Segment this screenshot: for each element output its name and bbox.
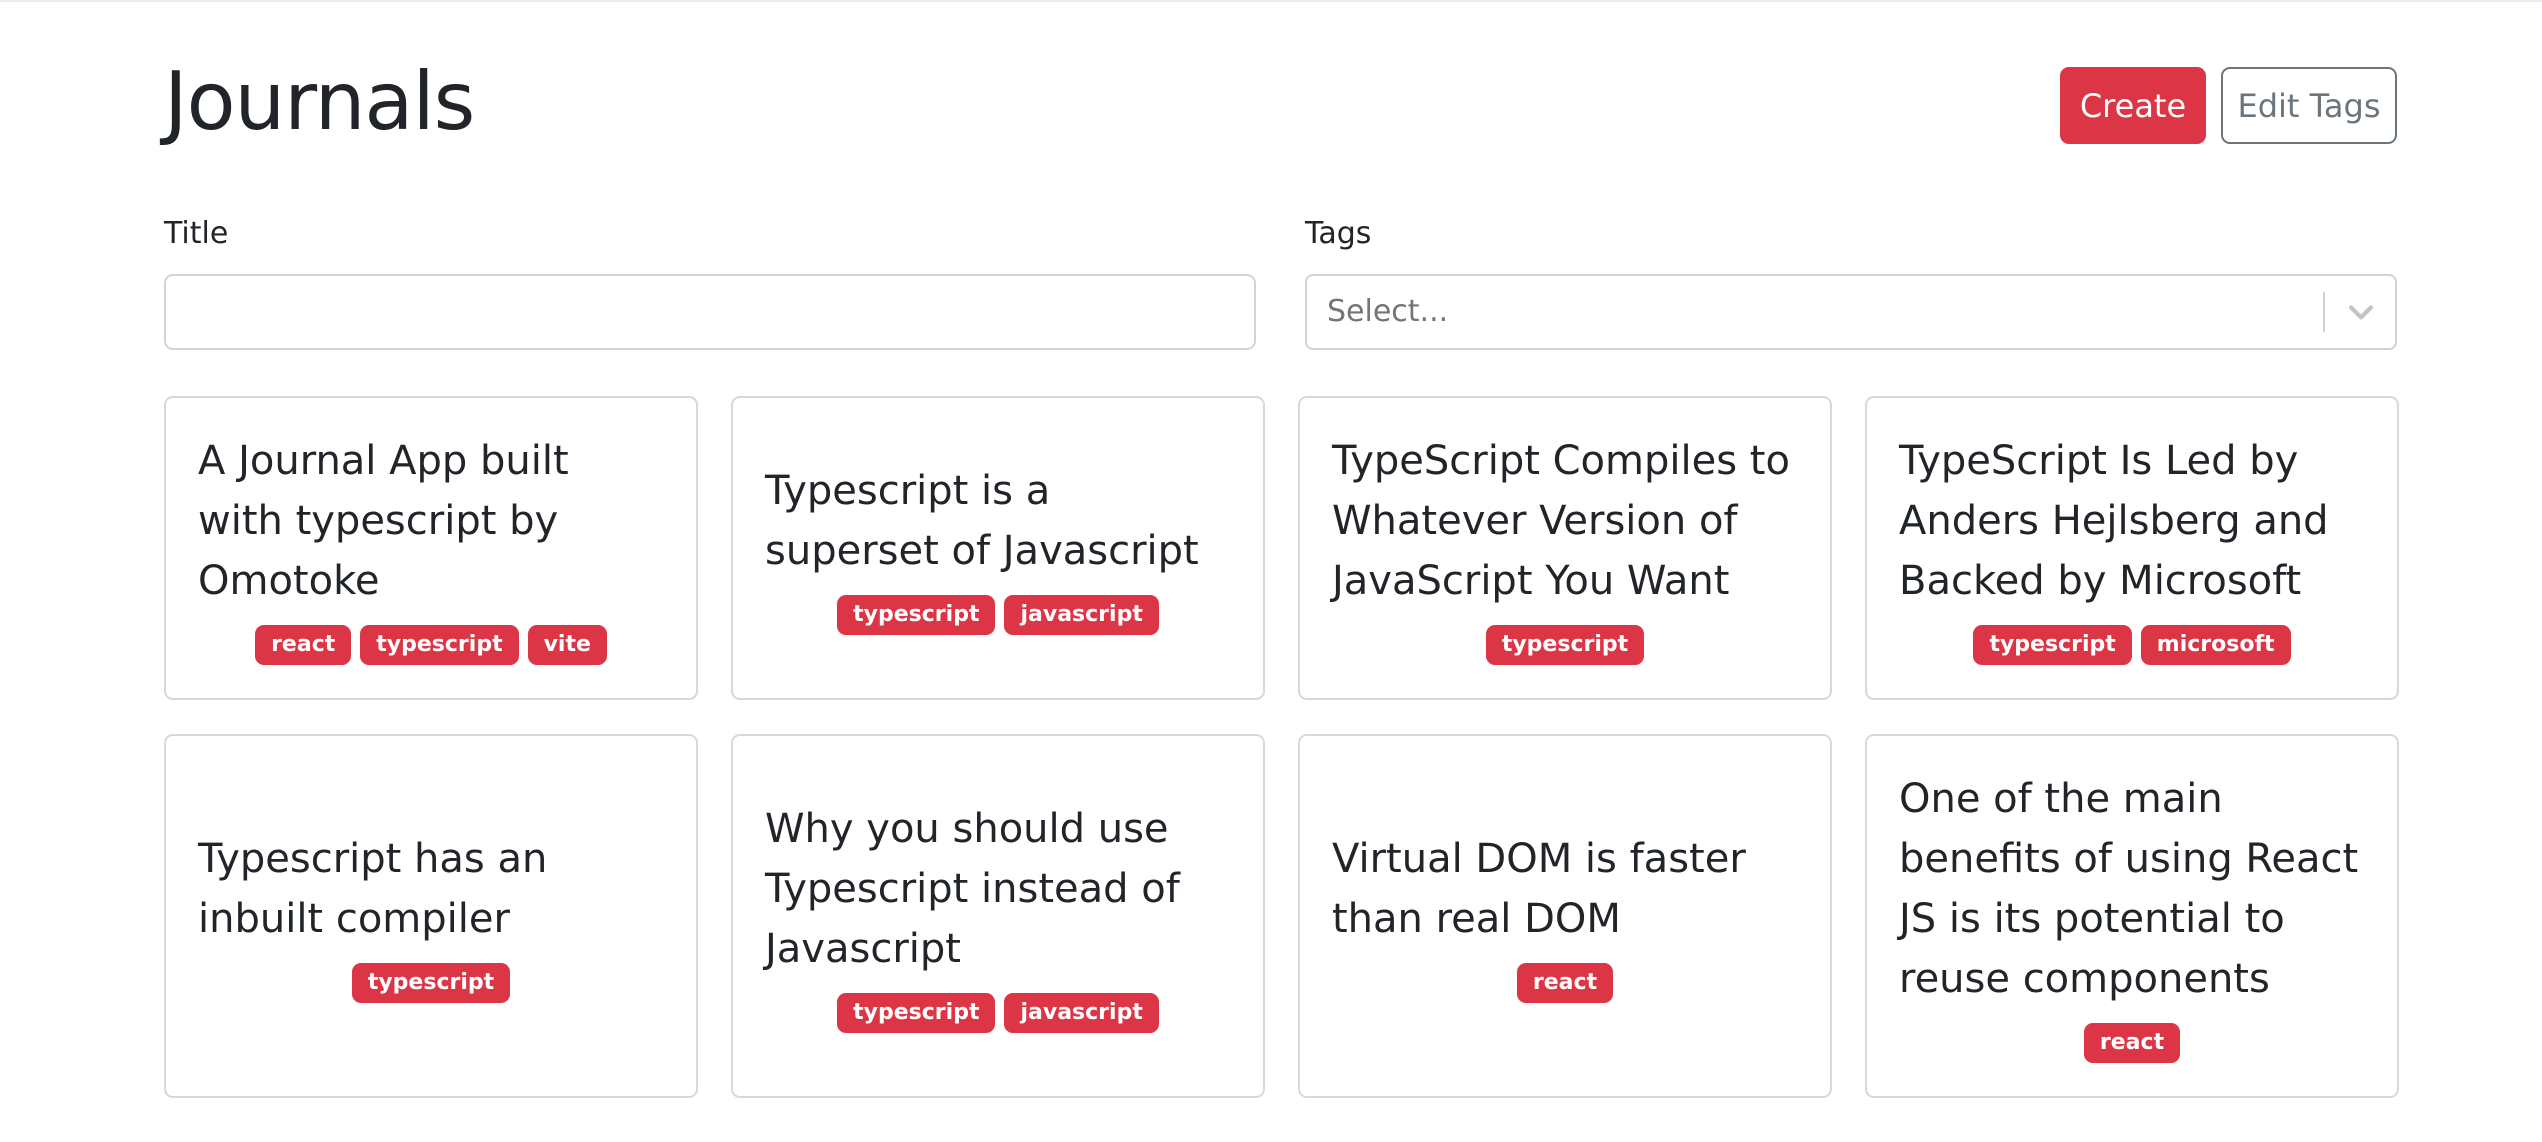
journal-card-tags: react typescript vite <box>198 625 664 665</box>
journal-card[interactable]: Virtual DOM is faster than real DOM react <box>1298 734 1832 1098</box>
edit-tags-button[interactable]: Edit Tags <box>2221 67 2397 144</box>
journal-card-title: TypeScript Compiles to Whatever Version … <box>1332 438 1790 604</box>
journal-card-title: Virtual DOM is faster than real DOM <box>1332 836 1746 942</box>
journal-card-tags: react <box>1899 1023 2365 1063</box>
tag-badge: typescript <box>837 993 996 1033</box>
tags-select-separator <box>2323 292 2325 332</box>
title-label: Title <box>164 216 229 251</box>
journal-card-body: A Journal App built with typescript by O… <box>166 398 696 698</box>
tag-badge: microsoft <box>2140 625 2291 665</box>
create-button[interactable]: Create <box>2060 67 2206 144</box>
tag-badge: react <box>2083 1023 2181 1063</box>
journal-card[interactable]: One of the main benefits of using React … <box>1865 734 2399 1098</box>
journal-card-tags: typescript <box>1332 625 1798 665</box>
tag-badge: typescript <box>1485 625 1645 665</box>
journal-card[interactable]: TypeScript Compiles to Whatever Version … <box>1298 396 1832 700</box>
tag-badge: react <box>1516 963 1614 1003</box>
journal-card-body: One of the main benefits of using React … <box>1867 736 2397 1096</box>
journal-card-title: Typescript has an inbuilt compiler <box>198 836 548 942</box>
tags-select[interactable]: Select... <box>1305 274 2397 350</box>
journal-card-tags: typescript javascript <box>765 595 1231 635</box>
tag-badge: typescript <box>1973 625 2132 665</box>
journal-card[interactable]: A Journal App built with typescript by O… <box>164 396 698 700</box>
journal-card-title: TypeScript Is Led by Anders Hejlsberg an… <box>1899 438 2329 604</box>
page-title: Journals <box>164 55 475 148</box>
journal-card-tags: typescript microsoft <box>1899 625 2365 665</box>
journal-card-body: Typescript has an inbuilt compiler typesc… <box>166 736 696 1096</box>
journal-card-body: Why you should use Typescript instead of… <box>733 736 1263 1096</box>
journal-card-tags: react <box>1332 963 1798 1003</box>
journal-card[interactable]: TypeScript Is Led by Anders Hejlsberg an… <box>1865 396 2399 700</box>
journal-card-title: A Journal App built with typescript by O… <box>198 438 569 604</box>
journal-card-title: Typescript is a superset of Javascript <box>765 468 1199 574</box>
journal-card-body: TypeScript Is Led by Anders Hejlsberg an… <box>1867 398 2397 698</box>
tag-badge: typescript <box>837 595 996 635</box>
journal-card-title: One of the main benefits of using React … <box>1899 776 2359 1002</box>
title-input[interactable] <box>164 274 1256 350</box>
tag-badge: vite <box>527 625 607 665</box>
tags-label: Tags <box>1305 216 1372 251</box>
journal-card[interactable]: Why you should use Typescript instead of… <box>731 734 1265 1098</box>
title-filter: Title <box>164 210 1256 350</box>
tag-badge: typescript <box>360 625 519 665</box>
journal-card-tags: typescript <box>198 963 664 1003</box>
tag-badge: react <box>255 625 352 665</box>
journal-card-body: Typescript is a superset of Javascript ty… <box>733 398 1263 698</box>
journal-card-tags: typescript javascript <box>765 993 1231 1033</box>
page-header: Journals Create Edit Tags <box>164 52 2397 152</box>
journal-card[interactable]: Typescript is a superset of Javascript ty… <box>731 396 1265 700</box>
tags-select-placeholder: Select... <box>1327 294 1449 329</box>
journal-card[interactable]: Typescript has an inbuilt compiler typesc… <box>164 734 698 1098</box>
chevron-down-icon[interactable] <box>2343 294 2379 330</box>
tag-badge: javascript <box>1004 595 1159 635</box>
journal-card-body: TypeScript Compiles to Whatever Version … <box>1300 398 1830 698</box>
filter-form: Title Tags Select... <box>164 210 2397 350</box>
journal-card-title: Why you should use Typescript instead of… <box>765 806 1180 972</box>
tags-filter: Tags Select... <box>1305 210 2397 350</box>
tag-badge: typescript <box>351 963 511 1003</box>
tag-badge: javascript <box>1004 993 1159 1033</box>
journal-card-body: Virtual DOM is faster than real DOM react <box>1300 736 1830 1096</box>
